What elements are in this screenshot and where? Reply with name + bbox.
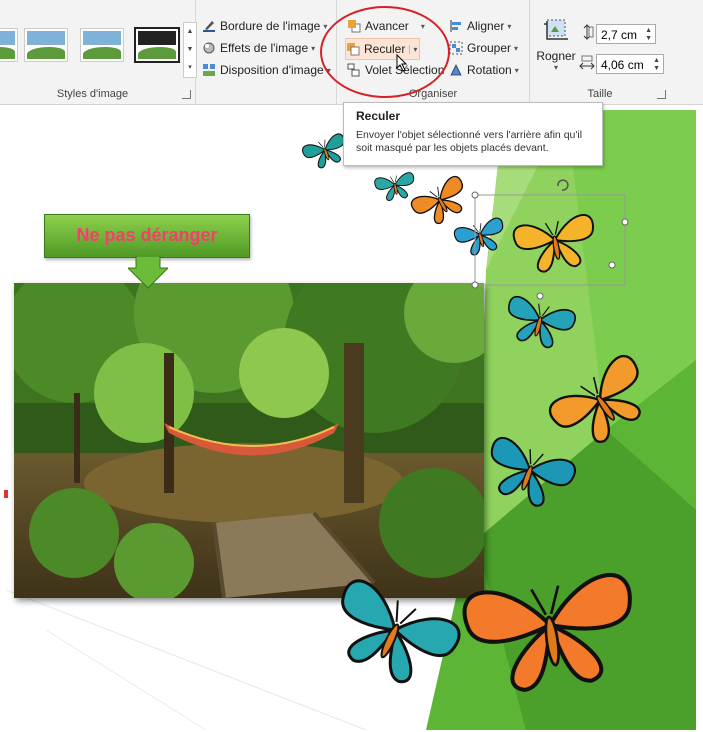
align-icon xyxy=(450,20,461,32)
chevron-down-icon: ▾ xyxy=(311,43,316,53)
picture-layout-icon xyxy=(203,64,215,76)
spin-arrows-icon[interactable]: ▲ ▼ xyxy=(653,57,660,73)
slide-edge-marker xyxy=(4,490,8,498)
chevron-down-icon: ▾ xyxy=(553,63,558,72)
crop-label: Rogner xyxy=(536,49,576,63)
picture-styles-group: ▲ ▼ ▾ Styles d'image xyxy=(0,0,197,104)
shape-height-icon xyxy=(583,24,594,40)
crop-icon xyxy=(544,19,568,40)
picture-effects-button[interactable]: Effets de l'image ▾ xyxy=(202,38,315,58)
callout-banner[interactable]: Ne pas déranger xyxy=(44,214,250,258)
crop-button[interactable]: Rogner ▾ xyxy=(536,16,576,74)
chevron-down-icon: ▾ xyxy=(507,21,512,31)
callout-text: Ne pas déranger xyxy=(76,225,218,245)
tooltip-description: Envoyer l'objet sélectionné vers l'arriè… xyxy=(356,129,583,154)
width-input[interactable]: 4,06 cm ▲ ▼ xyxy=(596,54,664,74)
size-group-launcher[interactable] xyxy=(657,90,666,99)
style-thumbnail-1[interactable] xyxy=(0,28,18,62)
align-button[interactable]: Aligner ▾ xyxy=(449,16,511,36)
rotate-icon xyxy=(450,64,462,76)
tooltip-title: Reculer xyxy=(356,109,401,123)
chevron-down-icon: ▾ xyxy=(514,43,519,53)
gallery-scroll[interactable]: ▲ ▼ ▾ xyxy=(183,22,197,78)
height-input[interactable]: 2,7 cm ▲ ▼ xyxy=(596,24,656,44)
rotate-button[interactable]: Rotation ▾ xyxy=(449,60,519,80)
style-thumbnail-2[interactable] xyxy=(24,28,68,62)
picture-styles-label: Styles d'image xyxy=(56,88,129,100)
chevron-down-icon: ▾ xyxy=(323,21,328,31)
garden-photo-image xyxy=(14,283,484,598)
shape-width-icon xyxy=(579,55,595,70)
chevron-down-icon: ▾ xyxy=(514,65,519,75)
group-button[interactable]: Grouper ▾ xyxy=(449,38,518,58)
style-thumbnail-selected[interactable] xyxy=(134,27,180,63)
size-group-label: Taille xyxy=(587,88,613,100)
style-thumbnail-3[interactable] xyxy=(80,28,124,62)
picture-layout-button[interactable]: Disposition d'image ▾ xyxy=(202,60,331,80)
spin-arrows-icon[interactable]: ▲ ▼ xyxy=(645,27,652,43)
group-icon xyxy=(449,41,463,55)
garden-photo[interactable] xyxy=(14,283,484,598)
send-backward-tooltip: Reculer Envoyer l'objet sélectionné vers… xyxy=(343,102,603,166)
picture-commands-group: Bordure de l'image ▾ Effets de l'image ▾ D… xyxy=(196,0,337,104)
picture-styles-launcher[interactable] xyxy=(182,90,191,99)
picture-effects-icon xyxy=(203,42,215,54)
mouse-cursor-icon xyxy=(396,54,408,72)
highlight-circle xyxy=(320,6,450,98)
callout-arrow xyxy=(128,256,168,289)
picture-border-button[interactable]: Bordure de l'image ▾ xyxy=(202,16,327,36)
size-group: Rogner ▾ 2,7 cm ▲ ▼ 4,06 cm ▲ ▼ Taille xyxy=(530,0,670,104)
pencil-border-icon xyxy=(203,21,215,32)
